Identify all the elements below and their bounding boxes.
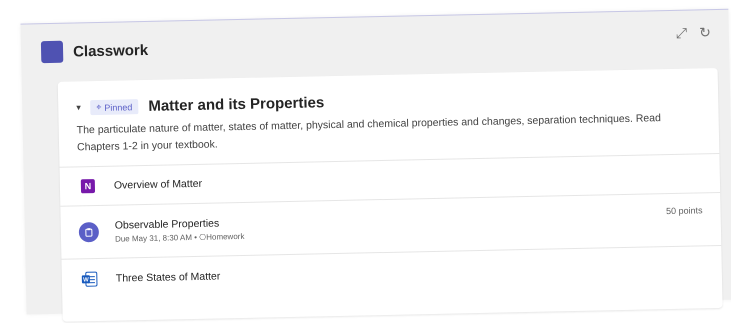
pinned-badge: ⌖ Pinned [90,99,139,116]
module-description: The particulate nature of matter, states… [76,112,662,154]
classwork-window: Classwork ⤢ ↻ ▾ ⌖ Pinned Matter and its … [20,8,731,322]
refresh-icon[interactable]: ↻ [699,24,711,40]
app-icon [40,40,64,64]
item-title: Overview of Matter [113,177,203,192]
item-title: Observable Properties [114,217,220,232]
collapse-caret-icon[interactable]: ▾ [76,102,90,113]
header-actions: ⤢ ↻ [676,24,711,41]
item-title: Three States of Matter [115,270,221,285]
stage: Classwork ⤢ ↻ ▾ ⌖ Pinned Matter and its … [6,0,731,322]
onenote-glyph: N [80,179,96,194]
word-icon: W [80,269,100,289]
pinned-label: Pinned [104,101,133,113]
word-glyph: W [81,271,98,287]
due-date: Due May 31, 8:30 AM • ⎔Homework [114,231,245,244]
module-header: ▾ ⌖ Pinned Matter and its Properties The… [58,68,720,167]
svg-text:W: W [83,277,89,283]
points-label: 50 points [665,205,703,217]
assignment-badge [78,221,100,243]
expand-icon[interactable]: ⤢ [676,25,688,41]
module-title: Matter and its Properties [148,94,325,115]
module-card: ▾ ⌖ Pinned Matter and its Properties The… [57,67,723,322]
page-title: Classwork [72,41,149,60]
onenote-icon: N [78,176,98,196]
assignment-icon [78,221,100,243]
pin-icon: ⌖ [96,101,102,113]
assignment-text: Observable Properties Due May 31, 8:30 A… [114,217,245,244]
clipboard-icon [85,228,93,237]
